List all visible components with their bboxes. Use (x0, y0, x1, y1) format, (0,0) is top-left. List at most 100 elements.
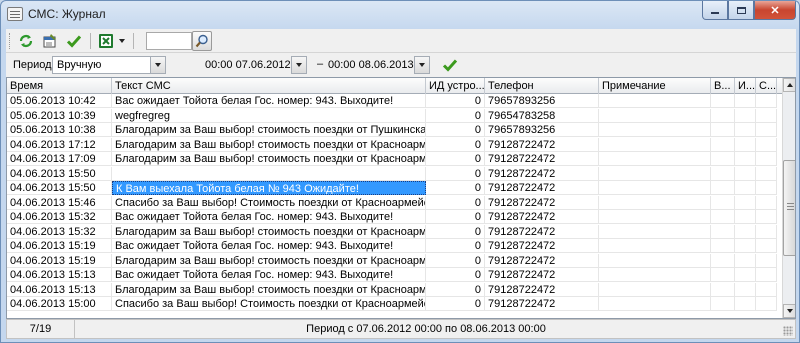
cell-i[interactable] (735, 210, 756, 224)
cell-i[interactable] (735, 224, 756, 239)
column-header-v[interactable]: В... (711, 78, 735, 94)
cell-i[interactable] (735, 108, 756, 123)
cell-device-id[interactable]: 0 (426, 152, 485, 166)
date-to-field[interactable]: 00:00 08.06.2013 (323, 56, 415, 74)
cell-s[interactable] (756, 195, 777, 210)
cell-device-id[interactable]: 0 (426, 181, 485, 195)
cell-device-id[interactable]: 0 (426, 268, 485, 282)
cell-note[interactable] (599, 210, 711, 224)
table-row[interactable]: 04.06.2013 17:09 Благодарим за Ваш выбор!… (7, 152, 782, 166)
vertical-scrollbar[interactable] (782, 78, 795, 318)
cell-v[interactable] (711, 210, 735, 224)
cell-phone[interactable]: 79128722472 (485, 268, 599, 282)
table-row[interactable]: 04.06.2013 15:32 Вас ожидает Тойота белая… (7, 210, 782, 224)
cell-device-id[interactable]: 0 (426, 123, 485, 137)
scrollbar-thumb[interactable] (783, 160, 795, 256)
cell-s[interactable] (756, 166, 777, 181)
cell-note[interactable] (599, 297, 711, 311)
cell-v[interactable] (711, 166, 735, 181)
cell-phone[interactable]: 79128722472 (485, 239, 599, 253)
cell-phone[interactable]: 79657893256 (485, 123, 599, 137)
cell-sms-text[interactable]: Вас ожидает Тойота белая Гос. номер: 943… (112, 239, 426, 253)
cell-s[interactable] (756, 224, 777, 239)
cell-i[interactable] (735, 282, 756, 297)
cell-sms-text[interactable]: Благодарим за Ваш выбор! стоимость поезд… (112, 224, 426, 239)
cell-s[interactable] (756, 253, 777, 268)
table-row[interactable]: 04.06.2013 15:50 0 79128722472 (7, 166, 782, 181)
cell-sms-text[interactable]: Спасибо за Ваш выбор! Стоимость поездки … (112, 195, 426, 210)
column-header-note[interactable]: Примечание (599, 78, 711, 94)
date-to-picker[interactable] (414, 56, 430, 74)
table-row[interactable]: 04.06.2013 17:12 Благодарим за Ваш выбор!… (7, 137, 782, 152)
cell-time[interactable]: 04.06.2013 17:12 (7, 137, 112, 152)
cell-phone[interactable]: 79654783258 (485, 108, 599, 123)
cell-i[interactable] (735, 181, 756, 195)
table-row[interactable]: 04.06.2013 15:13 Благодарим за Ваш выбор!… (7, 282, 782, 297)
cell-note[interactable] (599, 195, 711, 210)
cell-s[interactable] (756, 239, 777, 253)
refresh-button[interactable] (16, 31, 36, 51)
cell-v[interactable] (711, 239, 735, 253)
close-button[interactable]: ✕ (754, 1, 796, 20)
cell-phone[interactable]: 79128722472 (485, 297, 599, 311)
cell-time[interactable]: 05.06.2013 10:38 (7, 123, 112, 137)
cell-time[interactable]: 04.06.2013 15:50 (7, 166, 112, 181)
cell-i[interactable] (735, 152, 756, 166)
title-bar[interactable]: СМС: Журнал ✕ (1, 1, 799, 29)
apply-filter-button[interactable] (441, 56, 459, 74)
cell-note[interactable] (599, 181, 711, 195)
table-row[interactable]: 04.06.2013 15:19 Благодарим за Ваш выбор!… (7, 253, 782, 268)
cell-v[interactable] (711, 268, 735, 282)
cell-i[interactable] (735, 297, 756, 311)
cell-i[interactable] (735, 239, 756, 253)
cell-time[interactable]: 05.06.2013 10:39 (7, 108, 112, 123)
cell-device-id[interactable]: 0 (426, 108, 485, 123)
minimize-button[interactable] (702, 1, 728, 20)
table-row[interactable]: 04.06.2013 15:32 Благодарим за Ваш выбор!… (7, 224, 782, 239)
cell-time[interactable]: 04.06.2013 17:09 (7, 152, 112, 166)
cell-v[interactable] (711, 224, 735, 239)
cell-sms-text[interactable]: Благодарим за Ваш выбор! стоимость поезд… (112, 137, 426, 152)
cell-phone[interactable]: 79657893256 (485, 94, 599, 108)
cell-phone[interactable]: 79128722472 (485, 282, 599, 297)
maximize-button[interactable] (728, 1, 754, 20)
cell-note[interactable] (599, 166, 711, 181)
table-row[interactable]: 05.06.2013 10:42 Вас ожидает Тойота белая… (7, 94, 782, 108)
cell-s[interactable] (756, 108, 777, 123)
cell-device-id[interactable]: 0 (426, 253, 485, 268)
cell-i[interactable] (735, 268, 756, 282)
period-mode-dropdown[interactable] (150, 56, 166, 74)
cell-s[interactable] (756, 137, 777, 152)
cell-device-id[interactable]: 0 (426, 224, 485, 239)
cell-time[interactable]: 04.06.2013 15:50 (7, 181, 112, 195)
cell-note[interactable] (599, 268, 711, 282)
cell-phone[interactable]: 79128722472 (485, 195, 599, 210)
cell-note[interactable] (599, 224, 711, 239)
cell-device-id[interactable]: 0 (426, 210, 485, 224)
cell-sms-text[interactable]: Благодарим за Ваш выбор! стоимость поезд… (112, 152, 426, 166)
cell-device-id[interactable]: 0 (426, 166, 485, 181)
cell-i[interactable] (735, 137, 756, 152)
cell-phone[interactable]: 79128722472 (485, 253, 599, 268)
table-row[interactable]: 04.06.2013 15:13 Вас ожидает Тойота белая… (7, 268, 782, 282)
cell-i[interactable] (735, 253, 756, 268)
cell-time[interactable]: 04.06.2013 15:19 (7, 253, 112, 268)
cell-note[interactable] (599, 94, 711, 108)
cell-device-id[interactable]: 0 (426, 282, 485, 297)
search-button[interactable] (192, 31, 212, 51)
column-header-sms-text[interactable]: Текст СМС (112, 78, 426, 94)
table-row[interactable]: 04.06.2013 15:46 Спасибо за Ваш выбор! Ст… (7, 195, 782, 210)
column-header-device-id[interactable]: ИД устро... (426, 78, 485, 94)
cell-sms-text[interactable]: Вас ожидает Тойота белая Гос. номер: 943… (112, 210, 426, 224)
cell-time[interactable]: 04.06.2013 15:32 (7, 224, 112, 239)
cell-note[interactable] (599, 137, 711, 152)
export-excel-button[interactable] (96, 31, 116, 51)
cell-s[interactable] (756, 297, 777, 311)
cell-s[interactable] (756, 152, 777, 166)
cell-v[interactable] (711, 181, 735, 195)
cell-v[interactable] (711, 123, 735, 137)
table-row[interactable]: 04.06.2013 15:00 Спасибо за Ваш выбор! Ст… (7, 297, 782, 311)
cell-device-id[interactable]: 0 (426, 239, 485, 253)
search-input[interactable] (146, 32, 192, 50)
cell-device-id[interactable]: 0 (426, 94, 485, 108)
